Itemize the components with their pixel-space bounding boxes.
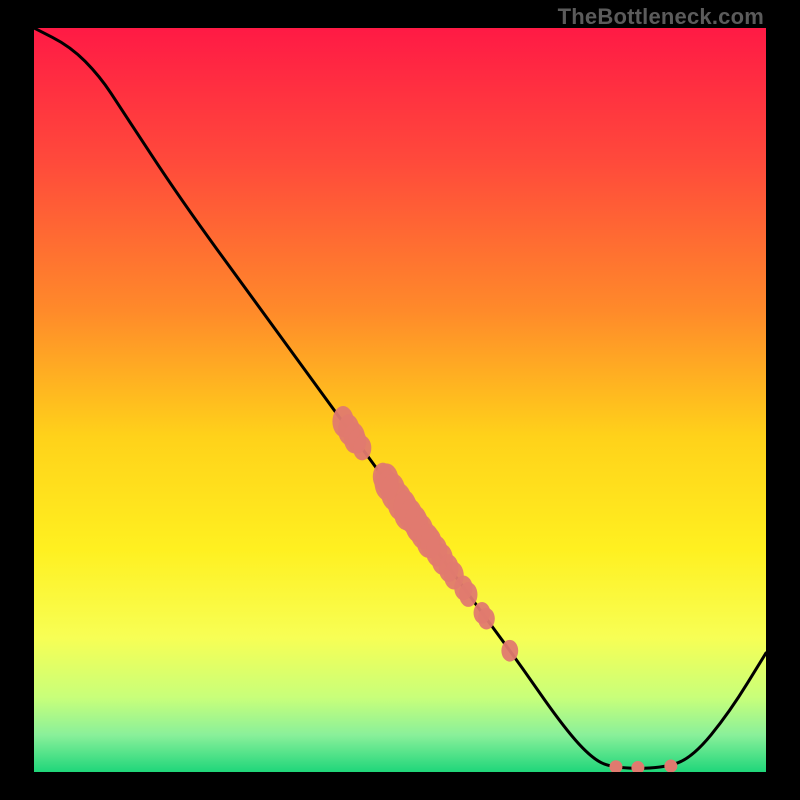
watermark-text: TheBottleneck.com	[558, 4, 764, 30]
chart-svg	[34, 28, 766, 772]
gradient-background	[34, 28, 766, 772]
data-cluster	[501, 640, 518, 662]
chart-plot-area	[34, 28, 766, 772]
data-point	[664, 760, 677, 772]
chart-frame: TheBottleneck.com	[0, 0, 800, 800]
